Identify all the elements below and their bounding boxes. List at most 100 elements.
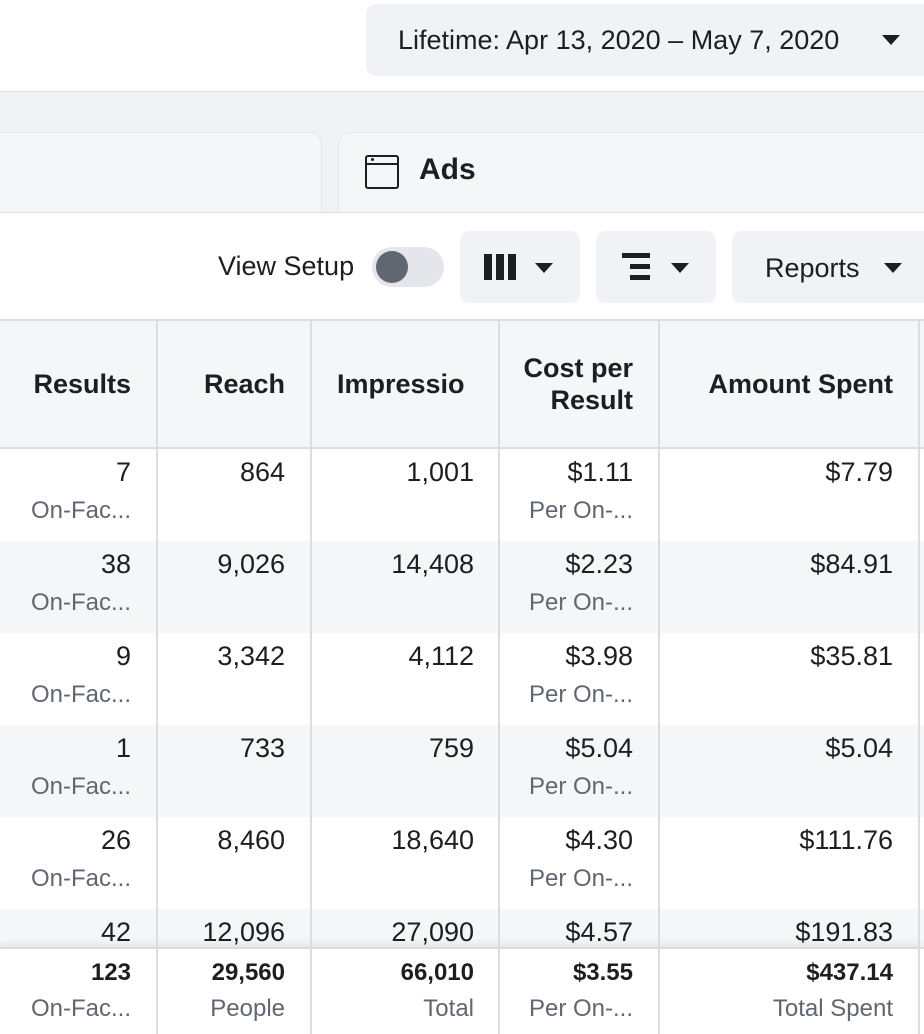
cell-cost-per-result-value: $5.04: [565, 733, 633, 763]
cell-results: 26 On-Fac...: [0, 817, 131, 909]
table-row[interactable]: 42 12,096 27,090 $4.57 $191.83: [0, 909, 924, 947]
table-body: 7 On-Fac... 864 1,001 $1.11 Per On-... $7.79 38…: [0, 449, 924, 947]
cell-cost-per-result-value: $3.98: [565, 641, 633, 671]
column-divider[interactable]: [310, 321, 312, 1034]
tab-ads-label: Ads: [419, 153, 476, 186]
total-cost: $3.55 Per On-...: [500, 949, 633, 1034]
totals-row: 123 On-Fac... 29,560 People 66,010 Total…: [0, 947, 924, 1034]
reports-label: Reports: [765, 253, 860, 283]
cell-reach: 733: [158, 725, 285, 817]
breakdown-button[interactable]: [596, 231, 716, 303]
total-cost-value: $3.55: [572, 959, 633, 986]
cell-reach-value: 3,342: [217, 641, 285, 671]
total-spent-sub: Total Spent: [772, 995, 893, 1022]
cell-impressions-value: 1,001: [406, 457, 474, 487]
date-range-dropdown[interactable]: Lifetime: Apr 13, 2020 – May 7, 2020: [366, 4, 924, 76]
date-range-label: Lifetime: Apr 13, 2020 – May 7, 2020: [398, 24, 840, 55]
cell-results-value: 9: [115, 641, 131, 671]
cell-amount-spent: $35.81: [660, 633, 893, 725]
cell-reach-value: 864: [239, 457, 285, 487]
cell-results-value: 1: [115, 733, 131, 763]
cell-cost-per-result-value: $2.23: [565, 549, 633, 579]
cell-amount-spent-value: $111.76: [799, 825, 893, 855]
top-bar: Lifetime: Apr 13, 2020 – May 7, 2020: [0, 0, 924, 92]
total-spent-value: $437.14: [806, 959, 893, 986]
column-divider[interactable]: [658, 321, 660, 1034]
cell-results: 9 On-Fac...: [0, 633, 131, 725]
cell-reach-value: 733: [239, 733, 285, 763]
columns-button[interactable]: [460, 231, 580, 303]
cell-amount-spent: $111.76: [660, 817, 893, 909]
caret-down-icon: [671, 263, 689, 273]
cell-results-value: 26: [100, 825, 131, 855]
cell-cost-per-result-sub: Per On-...: [528, 773, 633, 800]
cell-reach: 9,026: [158, 541, 285, 633]
column-divider[interactable]: [156, 321, 158, 1034]
cell-results: 42: [0, 909, 131, 947]
toggle-knob: [376, 251, 408, 283]
table-row[interactable]: 26 On-Fac... 8,460 18,640 $4.30 Per On-... $11…: [0, 817, 924, 909]
cell-reach: 3,342: [158, 633, 285, 725]
view-setup-toggle[interactable]: [372, 247, 444, 287]
caret-down-icon: [884, 263, 902, 273]
tab-ad-sets[interactable]: [0, 132, 322, 222]
column-divider[interactable]: [918, 321, 920, 1034]
cell-reach: 8,460: [158, 817, 285, 909]
cell-cost-per-result: $4.57: [500, 909, 633, 947]
cell-reach: 864: [158, 449, 285, 541]
cell-cost-per-result-sub: Per On-...: [528, 865, 633, 892]
tab-ads[interactable]: Ads: [338, 132, 924, 222]
cell-impressions: 27,090: [312, 909, 474, 947]
total-impressions-sub: Total: [423, 995, 474, 1022]
column-divider[interactable]: [498, 321, 500, 1034]
cell-cost-per-result-value: $1.11: [567, 457, 633, 487]
header-reach[interactable]: Reach: [158, 321, 285, 447]
cell-impressions: 14,408: [312, 541, 474, 633]
header-impressions[interactable]: Impressio: [312, 321, 474, 447]
cell-impressions-value: 4,112: [408, 641, 474, 671]
header-amount-spent[interactable]: Amount Spent: [660, 321, 893, 447]
cell-results-sub: On-Fac...: [30, 497, 131, 524]
cell-results-value: 7: [115, 457, 131, 487]
view-setup-label: View Setup: [218, 251, 355, 281]
header-results[interactable]: Results: [0, 321, 131, 447]
cell-amount-spent-value: $5.04: [825, 733, 893, 763]
cell-results: 1 On-Fac...: [0, 725, 131, 817]
total-results-value: 123: [90, 959, 131, 986]
cell-cost-per-result: $3.98 Per On-...: [500, 633, 633, 725]
cell-results: 7 On-Fac...: [0, 449, 131, 541]
cell-results-sub: On-Fac...: [30, 865, 131, 892]
cell-cost-per-result-value: $4.57: [565, 917, 633, 947]
cell-reach-value: 9,026: [217, 549, 285, 579]
header-cost-per-result[interactable]: Cost per Result: [500, 321, 633, 447]
cell-amount-spent: $7.79: [660, 449, 893, 541]
table-row[interactable]: 38 On-Fac... 9,026 14,408 $2.23 Per On-... $84…: [0, 541, 924, 633]
cell-cost-per-result: $4.30 Per On-...: [500, 817, 633, 909]
cell-amount-spent-value: $191.83: [795, 917, 893, 947]
breakdown-icon: [622, 253, 652, 281]
cell-cost-per-result-value: $4.30: [565, 825, 633, 855]
cell-impressions-value: 759: [428, 733, 474, 763]
cell-cost-per-result: $5.04 Per On-...: [500, 725, 633, 817]
table-row[interactable]: 9 On-Fac... 3,342 4,112 $3.98 Per On-... $35.8…: [0, 633, 924, 725]
cell-reach: 12,096: [158, 909, 285, 947]
reports-button[interactable]: Reports: [732, 231, 924, 303]
total-impressions: 66,010 Total: [312, 949, 474, 1034]
cell-results-value: 38: [100, 549, 131, 579]
cell-cost-per-result: $2.23 Per On-...: [500, 541, 633, 633]
table-header: Results Reach Impressio Cost per Result …: [0, 321, 924, 449]
cell-results-sub: On-Fac...: [30, 681, 131, 708]
cell-results: 38 On-Fac...: [0, 541, 131, 633]
table-row[interactable]: 1 On-Fac... 733 759 $5.04 Per On-... $5.04: [0, 725, 924, 817]
total-reach-value: 29,560: [211, 959, 285, 986]
cell-cost-per-result-sub: Per On-...: [528, 497, 633, 524]
cell-cost-per-result: $1.11 Per On-...: [500, 449, 633, 541]
cell-impressions: 4,112: [312, 633, 474, 725]
cell-results-sub: On-Fac...: [30, 773, 131, 800]
cell-cost-per-result-sub: Per On-...: [528, 681, 633, 708]
cell-reach-value: 8,460: [217, 825, 285, 855]
total-results: 123 On-Fac...: [0, 949, 131, 1034]
table-row[interactable]: 7 On-Fac... 864 1,001 $1.11 Per On-... $7.79: [0, 449, 924, 541]
cell-impressions: 1,001: [312, 449, 474, 541]
cell-amount-spent: $5.04: [660, 725, 893, 817]
